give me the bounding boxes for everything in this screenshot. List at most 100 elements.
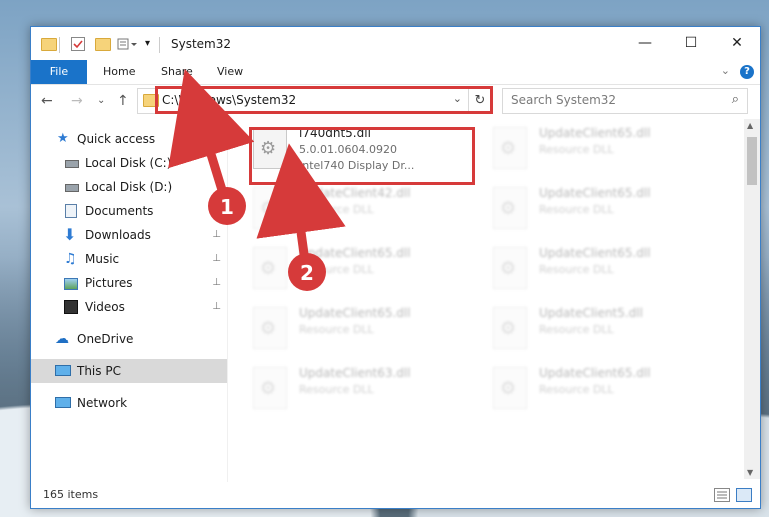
sidebar-item-documents[interactable]: Documents ⊥ (31, 199, 227, 223)
dll-file-icon: ⚙ (493, 187, 527, 229)
file-name: UpdateClient65.dll (299, 246, 411, 260)
tab-home[interactable]: Home (91, 60, 147, 84)
forward-button[interactable]: → (71, 93, 83, 109)
sidebar-item-label: Local Disk (C:) (85, 156, 172, 170)
close-button[interactable]: ✕ (714, 27, 760, 59)
details-view-icon[interactable] (714, 488, 730, 502)
file-description: Resource DLL (299, 203, 374, 216)
sidebar-item-local-disk-c[interactable]: Local Disk (C:) (31, 151, 227, 175)
vertical-scrollbar[interactable]: ▲ ▼ (744, 119, 760, 479)
file-tile[interactable]: ⚙ UpdateClient5.dll Resource DLL (487, 303, 717, 355)
star-icon: ★ (57, 131, 69, 146)
new-folder-icon[interactable] (95, 37, 111, 51)
file-name: UpdateClient65.dll (539, 126, 651, 140)
file-description: Resource DLL (539, 323, 614, 336)
sidebar-item-network[interactable]: Network (31, 391, 227, 415)
divider (227, 117, 228, 482)
dll-file-icon: ⚙ (253, 187, 287, 229)
customize-quick-access-icon[interactable] (117, 37, 139, 51)
file-tile[interactable]: ⚙ UpdateClient65.dll Resource DLL (487, 363, 717, 415)
search-input[interactable]: Search System32 ⌕ (502, 88, 748, 114)
file-description: Resource DLL (299, 263, 374, 276)
file-description: Resource DLL (539, 383, 614, 396)
file-description: Resource DLL (539, 263, 614, 276)
expand-ribbon-icon[interactable]: ⌄ (721, 64, 730, 77)
scroll-up-icon[interactable]: ▲ (747, 121, 753, 130)
sidebar-item-label: Downloads (85, 228, 151, 242)
help-icon[interactable]: ? (740, 65, 754, 79)
title-bar: ▾ System32 — ☐ ✕ (31, 27, 760, 63)
sidebar-item-label: Local Disk (D:) (85, 180, 173, 194)
file-list: ⚙ i740dnt5.dll 5.0.01.0604.0920 Intel740… (247, 123, 737, 473)
up-button[interactable]: ↑ (117, 93, 129, 109)
folder-icon[interactable] (41, 37, 57, 51)
sidebar-item-local-disk-d[interactable]: Local Disk (D:) (31, 175, 227, 199)
sidebar-item-label: This PC (77, 364, 121, 378)
scrollbar-thumb[interactable] (747, 137, 757, 185)
divider (59, 37, 60, 53)
drive-icon (65, 184, 79, 192)
tab-share[interactable]: Share (149, 60, 205, 84)
file-description: Resource DLL (299, 383, 374, 396)
annotation-highlight-box (155, 86, 493, 114)
sidebar-item-label: Quick access (77, 132, 156, 146)
file-name: UpdateClient65.dll (539, 186, 651, 200)
minimize-button[interactable]: — (622, 27, 668, 59)
recent-locations-button[interactable]: ⌄ (97, 95, 105, 106)
dll-file-icon: ⚙ (493, 367, 527, 409)
back-button[interactable]: ← (41, 93, 53, 109)
sidebar-item-label: Videos (85, 300, 125, 314)
scroll-down-icon[interactable]: ▼ (747, 468, 753, 477)
maximize-button[interactable]: ☐ (668, 27, 714, 59)
sidebar-item-music[interactable]: ♫ Music ⊥ (31, 247, 227, 271)
large-icons-view-icon[interactable] (736, 488, 752, 502)
navigation-pane: ★ Quick access Local Disk (C:) Local Dis… (31, 117, 227, 482)
pin-icon: ⊥ (212, 205, 221, 216)
music-icon: ♫ (64, 251, 77, 267)
cloud-icon: ☁ (55, 331, 69, 347)
pin-icon: ⊥ (212, 229, 221, 240)
dll-file-icon: ⚙ (253, 247, 287, 289)
file-tile[interactable]: ⚙ UpdateClient65.dll Resource DLL (247, 303, 477, 355)
sidebar-item-quick-access[interactable]: ★ Quick access (31, 127, 227, 151)
status-bar: 165 items (31, 482, 760, 508)
file-description: Resource DLL (539, 203, 614, 216)
sidebar-item-label: OneDrive (77, 332, 134, 346)
sidebar-item-videos[interactable]: Videos ⊥ (31, 295, 227, 319)
dll-file-icon: ⚙ (253, 307, 287, 349)
sidebar-item-pictures[interactable]: Pictures ⊥ (31, 271, 227, 295)
dll-file-icon: ⚙ (493, 127, 527, 169)
dll-file-icon: ⚙ (493, 247, 527, 289)
window-title: System32 (171, 37, 232, 51)
pictures-icon (64, 278, 78, 290)
file-description: Resource DLL (539, 143, 614, 156)
file-tile[interactable]: ⚙ UpdateClient65.dll Resource DLL (487, 243, 717, 295)
chevron-down-icon[interactable]: ▾ (145, 38, 159, 52)
sidebar-item-label: Music (85, 252, 120, 266)
navigation-bar: ← → ⌄ ↑ C:\Windows\System32 ⌄ ↻ Search S… (31, 85, 760, 117)
file-tile[interactable]: ⚙ UpdateClient65.dll Resource DLL (487, 183, 717, 235)
sidebar-item-downloads[interactable]: ⬇ Downloads ⊥ (31, 223, 227, 247)
file-tile[interactable]: ⚙ UpdateClient42.dll Resource DLL (247, 183, 477, 235)
file-tile[interactable]: ⚙ UpdateClient65.dll Resource DLL (247, 243, 477, 295)
file-name: UpdateClient65.dll (539, 366, 651, 380)
tab-file[interactable]: File (31, 60, 87, 84)
pin-icon: ⊥ (212, 253, 221, 264)
annotation-highlight-box (249, 127, 475, 185)
sidebar-item-label: Documents (85, 204, 154, 218)
tab-view[interactable]: View (205, 60, 255, 84)
file-tile[interactable]: ⚙ UpdateClient65.dll Resource DLL (487, 123, 717, 175)
file-name: UpdateClient5.dll (539, 306, 643, 320)
sidebar-item-this-pc[interactable]: This PC (31, 359, 227, 383)
file-tile[interactable]: ⚙ UpdateClient63.dll Resource DLL (247, 363, 477, 415)
item-count: 165 items (43, 488, 99, 501)
properties-icon[interactable] (71, 37, 85, 51)
sidebar-item-onedrive[interactable]: ☁ OneDrive (31, 327, 227, 351)
ribbon-tabs: File Home Share View ⌄ ? (31, 60, 760, 85)
search-icon: ⌕ (731, 92, 739, 107)
pin-icon: ⊥ (212, 277, 221, 288)
file-name: UpdateClient65.dll (539, 246, 651, 260)
video-icon (64, 300, 78, 314)
dll-file-icon: ⚙ (493, 307, 527, 349)
computer-icon (55, 365, 71, 376)
